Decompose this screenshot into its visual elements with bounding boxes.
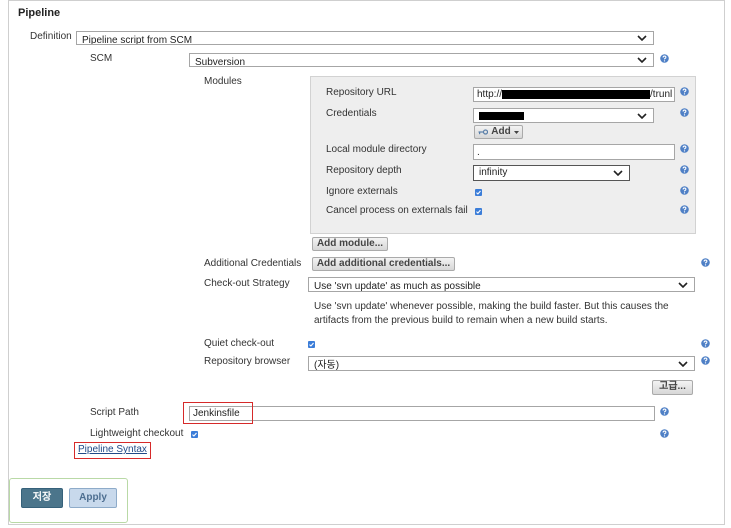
definition-select[interactable]: Pipeline script from SCM (76, 31, 654, 45)
chevron-down-icon (637, 112, 647, 119)
help-icon[interactable] (680, 144, 689, 153)
repository-url-label: Repository URL (326, 87, 397, 98)
help-icon[interactable] (701, 339, 710, 348)
repository-depth-select[interactable]: infinity (473, 165, 630, 181)
repository-browser-label: Repository browser (204, 356, 291, 367)
definition-label: Definition (30, 31, 72, 42)
highlight-box (74, 442, 151, 459)
scm-select[interactable]: Subversion (189, 53, 654, 67)
local-module-directory-input[interactable] (473, 144, 675, 160)
chevron-down-icon (637, 35, 647, 41)
additional-credentials-label: Additional Credentials (204, 258, 302, 269)
repository-depth-label: Repository depth (326, 165, 402, 176)
chevron-down-icon (678, 281, 688, 288)
repository-browser-value: (자동) (314, 360, 340, 371)
script-path-label: Script Path (90, 407, 139, 418)
quiet-checkout-checkbox[interactable] (308, 341, 315, 348)
chevron-down-icon (678, 360, 688, 367)
help-icon[interactable] (660, 429, 669, 438)
scm-select-value: Subversion (195, 57, 246, 67)
checkout-strategy-description: Use 'svn update' whenever possible, maki… (314, 301, 669, 326)
cancel-process-label: Cancel process on externals fail (326, 205, 468, 216)
add-module-button[interactable]: Add module... (312, 237, 388, 251)
chevron-down-icon (637, 57, 647, 63)
checkout-strategy-value: Use 'svn update' as much as possible (314, 281, 481, 292)
modules-label: Modules (204, 76, 242, 87)
repository-url-input[interactable]: http:// /trunl (473, 87, 675, 102)
key-icon (478, 129, 489, 135)
add-additional-credentials-button[interactable]: Add additional credentials... (312, 257, 455, 271)
repository-url-end: /trunl (650, 88, 673, 100)
ignore-externals-label: Ignore externals (326, 186, 398, 197)
highlight-box (183, 402, 253, 424)
cancel-process-checkbox[interactable] (475, 208, 482, 215)
advanced-button[interactable]: 고급... (652, 380, 693, 395)
credentials-select[interactable] (473, 108, 654, 123)
help-icon[interactable] (680, 108, 689, 117)
repository-depth-value: infinity (479, 167, 508, 178)
help-icon[interactable] (701, 356, 710, 365)
repository-url-start: http:// (477, 88, 503, 100)
redacted-block (479, 112, 524, 120)
section-title: Pipeline (18, 7, 61, 19)
script-path-input[interactable] (189, 406, 655, 421)
help-icon[interactable] (680, 205, 689, 214)
redacted-block (502, 90, 651, 99)
help-icon[interactable] (680, 165, 689, 174)
ignore-externals-checkbox[interactable] (475, 189, 482, 196)
definition-select-value: Pipeline script from SCM (82, 35, 193, 45)
credentials-add-button[interactable]: Add (474, 125, 523, 139)
help-icon[interactable] (701, 258, 710, 267)
quiet-checkout-label: Quiet check-out (204, 338, 275, 349)
chevron-down-icon (613, 170, 623, 176)
lightweight-checkout-checkbox[interactable] (191, 431, 198, 438)
apply-button[interactable]: Apply (69, 488, 117, 508)
credentials-label: Credentials (326, 108, 377, 119)
lightweight-checkout-label: Lightweight checkout (90, 428, 184, 439)
credentials-add-label: Add (491, 126, 511, 137)
checkout-strategy-label: Check-out Strategy (204, 278, 290, 289)
save-button[interactable]: 저장 (21, 488, 63, 508)
caret-down-icon (513, 130, 519, 134)
help-icon[interactable] (680, 186, 689, 195)
help-icon[interactable] (680, 87, 689, 96)
help-icon[interactable] (660, 407, 669, 416)
checkout-strategy-select[interactable]: Use 'svn update' as much as possible (308, 277, 695, 292)
local-module-directory-label: Local module directory (326, 144, 427, 155)
help-icon[interactable] (660, 54, 669, 63)
scm-label: SCM (90, 53, 113, 64)
repository-browser-select[interactable]: (자동) (308, 356, 695, 371)
